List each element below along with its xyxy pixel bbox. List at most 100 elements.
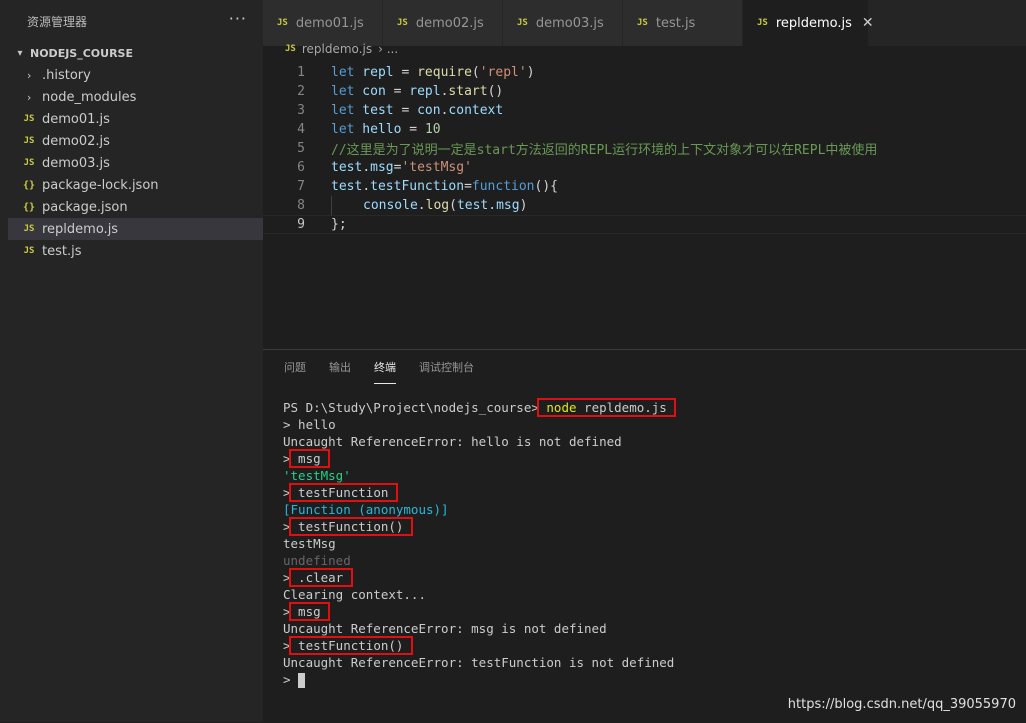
punctuation: . [440, 84, 449, 99]
repl-prompt: > [283, 604, 291, 619]
file-tree-item[interactable]: › node_modules [8, 86, 263, 108]
property: msg [370, 160, 394, 175]
terminal-output[interactable]: PS D:\Study\Project\nodejs_course> node … [283, 398, 677, 688]
panel-tabs: 问题 输出 终端 调试控制台 [263, 350, 1026, 384]
tab-output[interactable]: 输出 [329, 350, 351, 384]
code-line: 6 test. msg ='testMsg' [263, 158, 1026, 177]
highlighted-command: testFunction() [288, 517, 413, 536]
terminal-line: Uncaught ReferenceError: msg is not defi… [283, 621, 607, 636]
editor-tab[interactable]: JS repldemo.js ✕ [743, 0, 874, 46]
comment: //这里是为了说明一定是start方法返回的REPL运行环境的上下文对象才可以在… [331, 143, 878, 158]
function-name: require [417, 65, 472, 80]
tab-terminal[interactable]: 终端 [374, 350, 396, 384]
editor-tab[interactable]: JS demo02.js [383, 0, 503, 46]
js-file-icon: JS [23, 114, 35, 124]
command-word: node [546, 400, 577, 415]
function-name: log [425, 198, 450, 213]
editor-tab[interactable]: JS demo01.js [263, 0, 383, 46]
terminal-line: > testFunction [283, 483, 674, 502]
file-tree-item-label: package-lock.json [42, 177, 159, 193]
identifier: test [331, 179, 363, 194]
file-tree-item[interactable]: JS test.js [8, 240, 263, 262]
terminal-line: > .clear [283, 568, 674, 587]
tab-debug-console[interactable]: 调试控制台 [419, 350, 474, 384]
code-editor[interactable]: 1 let repl = require('repl') 2 let con =… [263, 63, 1026, 234]
punctuation: ) [526, 65, 535, 80]
punctuation: ( [471, 65, 480, 80]
js-file-icon: JS [637, 18, 648, 28]
code-line-current: 9 }; [263, 215, 1026, 234]
operator: = [401, 122, 425, 137]
identifier: test [354, 103, 394, 118]
workspace-section[interactable]: ▾ NODEJS_COURSE [8, 42, 263, 64]
explorer-sidebar: 资源管理器 ··· ▾ NODEJS_COURSE › .history › node… [8, 0, 263, 722]
punctuation: ( [449, 198, 457, 213]
breadcrumb-file[interactable]: repldemo.js [302, 42, 372, 56]
keyword: function [471, 179, 535, 194]
tab-problems[interactable]: 问题 [284, 350, 306, 384]
file-tree-item[interactable]: {} package-lock.json [8, 174, 263, 196]
more-actions-icon[interactable]: ··· [229, 9, 247, 28]
terminal-line: [Function (anonymous)] [283, 502, 449, 517]
code-line: 1 let repl = require('repl') [263, 63, 1026, 82]
file-tree-item[interactable]: {} package.json [8, 196, 263, 218]
identifier: con [354, 84, 386, 99]
file-tree-item[interactable]: JS demo01.js [8, 108, 263, 130]
editor-tab-label: demo03.js [535, 15, 604, 31]
line-number: 1 [297, 65, 305, 80]
punctuation: ) [519, 198, 528, 213]
keyword: let [331, 103, 355, 118]
code-line: 3 let test = con. context [263, 101, 1026, 120]
explorer-header: 资源管理器 ··· [8, 0, 263, 42]
file-tree-item[interactable]: › .history [8, 64, 263, 86]
terminal-line: testMsg [283, 536, 336, 551]
file-tree-item-label: demo03.js [42, 155, 110, 171]
line-number: 8 [297, 198, 305, 213]
operator: = [464, 179, 472, 194]
file-tree-item[interactable]: JS demo03.js [8, 152, 263, 174]
json-file-icon: {} [22, 201, 36, 213]
chevron-right-icon: › [25, 90, 33, 104]
close-icon[interactable]: ✕ [862, 15, 874, 31]
file-tree-item-label: repldemo.js [42, 221, 119, 237]
punctuation: . [440, 103, 449, 118]
chevron-right-icon: › [25, 68, 33, 82]
breadcrumb-separator[interactable]: › ... [378, 42, 398, 56]
repl-prompt: > [283, 451, 291, 466]
indent-guide [331, 196, 363, 215]
terminal-cursor [298, 673, 306, 688]
code-line: 2 let con = repl. start() [263, 82, 1026, 101]
highlighted-command: msg [288, 449, 331, 468]
highlighted-command: node repldemo.js [536, 398, 677, 417]
code-line: 8 console. log(test.msg) [263, 196, 1026, 215]
bottom-panel: 问题 输出 终端 调试控制台 PS D:\Study\Project\nodej… [263, 349, 1026, 723]
code-line: 7 test. testFunction = function(){ [263, 177, 1026, 196]
js-file-icon: JS [397, 18, 408, 28]
editor-tab-label: demo01.js [295, 15, 364, 31]
highlighted-command: testFunction [288, 483, 398, 502]
editor-tab[interactable]: JS demo03.js [503, 0, 623, 46]
js-file-icon: JS [757, 18, 768, 28]
file-tree-item[interactable]: JS demo02.js [8, 130, 263, 152]
terminal-line: undefined [283, 553, 351, 568]
js-file-icon: JS [23, 158, 35, 168]
keyword: let [331, 65, 355, 80]
editor-tab-label: test.js [655, 15, 696, 31]
terminal-line: Clearing context... [283, 587, 426, 602]
chevron-down-icon: ▾ [17, 47, 23, 59]
number-literal: 10 [424, 122, 441, 137]
keyword: let [331, 122, 355, 137]
code-line: 5 //这里是为了说明一定是start方法返回的REPL运行环境的上下文对象才可… [263, 139, 1026, 158]
identifier: repl [409, 84, 441, 99]
repl-prompt: > [283, 570, 291, 585]
terminal-line: > msg [283, 449, 674, 468]
terminal-line: Uncaught ReferenceError: testFunction is… [283, 655, 675, 670]
js-file-icon: JS [23, 136, 35, 146]
editor-tab[interactable]: JS test.js [623, 0, 743, 46]
line-number: 4 [297, 122, 305, 137]
editor-tab-label: repldemo.js [775, 15, 852, 31]
js-file-icon: JS [23, 224, 35, 234]
file-tree-item[interactable]: JS repldemo.js [8, 218, 263, 240]
punctuation: () [487, 84, 504, 99]
identifier: hello [354, 122, 402, 137]
